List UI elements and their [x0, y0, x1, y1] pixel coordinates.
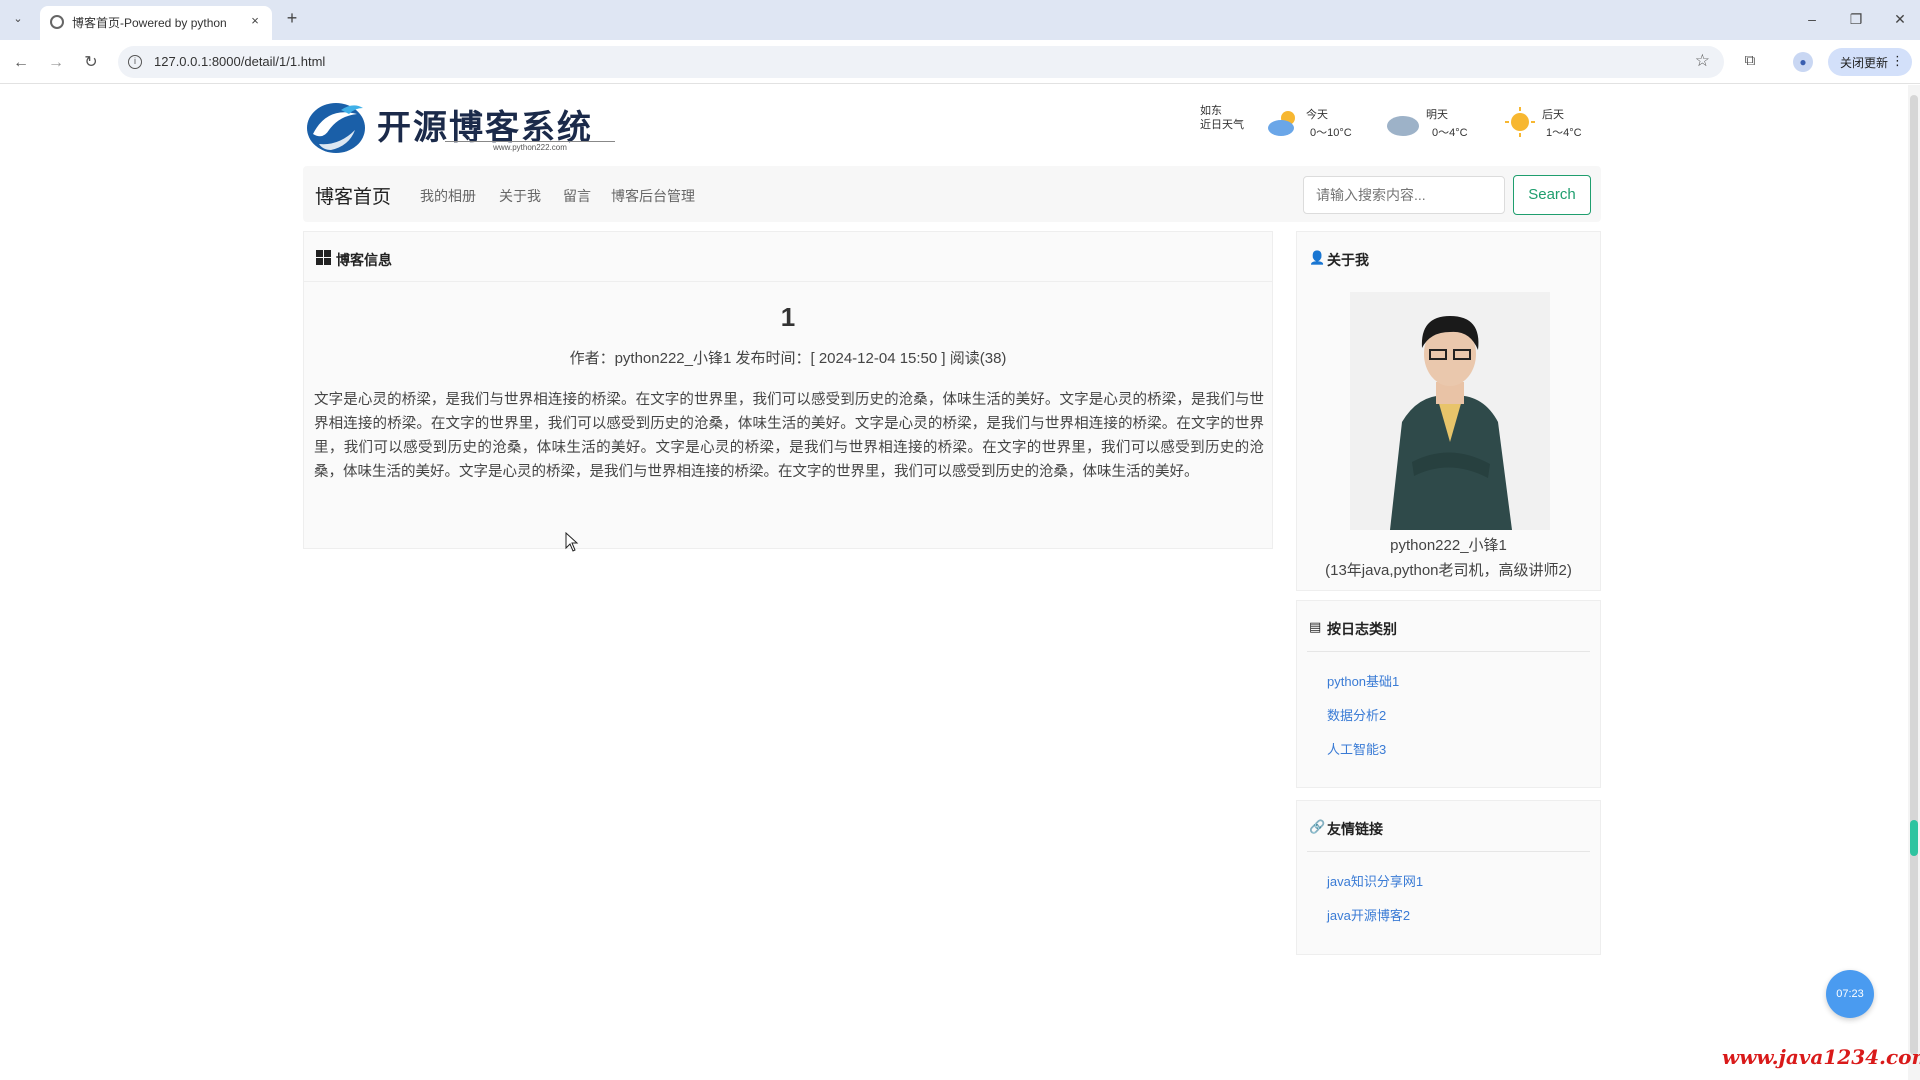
author-photo-image	[1350, 292, 1550, 530]
update-label: 关闭更新	[1840, 56, 1889, 70]
friend-links-header: 🔗 友情链接	[1297, 801, 1600, 851]
browser-tab-active[interactable]: 博客首页-Powered by python ×	[40, 6, 272, 40]
back-arrow-icon[interactable]: ←	[10, 52, 32, 74]
reload-icon[interactable]: ↻	[80, 52, 102, 74]
nav-brand-home[interactable]: 博客首页	[315, 182, 391, 209]
browser-tab-strip: ⌄ 博客首页-Powered by python × + – ❐ ✕	[0, 0, 1920, 40]
minimize-button[interactable]: –	[1800, 8, 1824, 30]
article-card: 博客信息 1 作者：python222_小锋1 发布时间：[ 2024-12-0…	[303, 231, 1273, 549]
weather-today-label: 今天	[1306, 109, 1328, 121]
category-link[interactable]: 人工智能3	[1327, 739, 1386, 758]
sun-icon	[1505, 107, 1535, 137]
friend-link[interactable]: java知识分享网1	[1327, 871, 1423, 890]
weather-region-sub: 近日天气	[1200, 119, 1244, 131]
search-button[interactable]: Search	[1513, 175, 1591, 215]
site-navbar: 博客首页 我的相册 关于我 留言 博客后台管理 Search	[303, 166, 1601, 222]
about-card: 👤 关于我 python222_小锋1 (13年java,python老司机，高…	[1296, 231, 1601, 591]
close-window-button[interactable]: ✕	[1888, 8, 1912, 30]
friend-links-divider	[1307, 851, 1590, 852]
about-card-title: 关于我	[1327, 252, 1369, 268]
weather-day-today: 今天 0～10°C	[1266, 104, 1366, 144]
forward-arrow-icon[interactable]: →	[45, 52, 67, 74]
tab-search-button[interactable]: ⌄	[8, 9, 28, 29]
author-photo	[1350, 292, 1550, 530]
browser-toolbar: ← → ↻ i 127.0.0.1:8000/detail/1/1.html ☆…	[0, 40, 1920, 84]
category-link[interactable]: python基础1	[1327, 671, 1399, 690]
search-input[interactable]	[1303, 176, 1505, 214]
about-card-header: 👤 关于我	[1297, 232, 1600, 282]
address-bar[interactable]: i 127.0.0.1:8000/detail/1/1.html ☆	[118, 46, 1724, 78]
nav-link-admin[interactable]: 博客后台管理	[611, 186, 695, 206]
weather-region: 如东 近日天气	[1200, 104, 1252, 144]
mouse-cursor-icon	[565, 532, 579, 552]
tab-close-button[interactable]: ×	[246, 12, 264, 30]
article-card-header: 博客信息	[304, 232, 1272, 282]
restore-button[interactable]: ❐	[1844, 8, 1868, 30]
weather-tomorrow-label: 明天	[1426, 109, 1448, 121]
post-meta: 作者：python222_小锋1 发布时间：[ 2024-12-04 15:50…	[569, 350, 1007, 367]
floating-clock-widget[interactable]: 07:23	[1826, 970, 1874, 1018]
user-icon: 👤	[1309, 250, 1326, 265]
category-link[interactable]: 数据分析2	[1327, 705, 1386, 724]
extensions-icon[interactable]: ⧉	[1740, 52, 1760, 72]
post-title: 1	[780, 302, 796, 332]
category-card: ▤ 按日志类别 python基础1 数据分析2 人工智能3	[1296, 600, 1601, 788]
page-scrollbar[interactable]	[1908, 85, 1920, 1080]
author-name: python222_小锋1	[1390, 537, 1507, 554]
book-icon: ▤	[1309, 619, 1322, 634]
new-tab-button[interactable]: +	[282, 8, 302, 28]
category-card-title: 按日志类别	[1327, 621, 1397, 637]
profile-avatar-icon[interactable]: ●	[1793, 52, 1813, 72]
weather-after-label: 后天	[1542, 109, 1564, 121]
weather-today-temp: 0～10°C	[1310, 127, 1352, 139]
weather-region-name: 如东	[1200, 105, 1222, 117]
site-info-icon[interactable]: i	[128, 55, 142, 69]
category-card-header: ▤ 按日志类别	[1297, 601, 1600, 651]
article-card-title: 博客信息	[336, 252, 392, 268]
logo-emblem-icon	[307, 103, 365, 153]
post-body: 文字是心灵的桥梁，是我们与世界相连接的桥梁。在文字的世界里，我们可以感受到历史的…	[314, 392, 1264, 480]
author-description: (13年java,python老司机，高级讲师2)	[1325, 562, 1572, 579]
globe-icon	[50, 15, 64, 29]
friend-link[interactable]: java开源博客2	[1327, 905, 1410, 924]
category-divider	[1307, 651, 1590, 652]
more-menu-icon[interactable]: ⋮	[1891, 53, 1904, 69]
url-text[interactable]: 127.0.0.1:8000/detail/1/1.html	[154, 54, 325, 69]
update-button[interactable]: 关闭更新 ⋮	[1828, 48, 1912, 76]
nav-link-guestbook[interactable]: 留言	[563, 186, 591, 206]
watermark-text: www.java1234.com	[1722, 1045, 1920, 1069]
cloud-icon	[1387, 116, 1419, 136]
site-logo[interactable]: 开源博客系统 www.python222.com	[305, 98, 625, 158]
weather-after-temp: 1～4°C	[1546, 127, 1582, 139]
grid-icon	[316, 250, 331, 265]
nav-link-about[interactable]: 关于我	[499, 186, 541, 206]
weather-tomorrow-temp: 0～4°C	[1432, 127, 1468, 139]
scrollbar-thumb[interactable]	[1910, 95, 1918, 1055]
friend-links-title: 友情链接	[1327, 821, 1383, 837]
weather-day-tomorrow: 明天 0～4°C	[1386, 104, 1486, 144]
logo-url: www.python222.com	[445, 141, 615, 152]
cloud-sun-icon	[1268, 111, 1295, 136]
link-icon: 🔗	[1309, 819, 1326, 834]
scrollbar-marker	[1910, 820, 1918, 856]
nav-link-album[interactable]: 我的相册	[420, 186, 476, 206]
tab-title: 博客首页-Powered by python	[72, 16, 227, 30]
bookmark-star-icon[interactable]: ☆	[1695, 51, 1710, 71]
friend-links-card: 🔗 友情链接 java知识分享网1 java开源博客2	[1296, 800, 1601, 955]
weather-day-after: 后天 1～4°C	[1504, 104, 1604, 144]
